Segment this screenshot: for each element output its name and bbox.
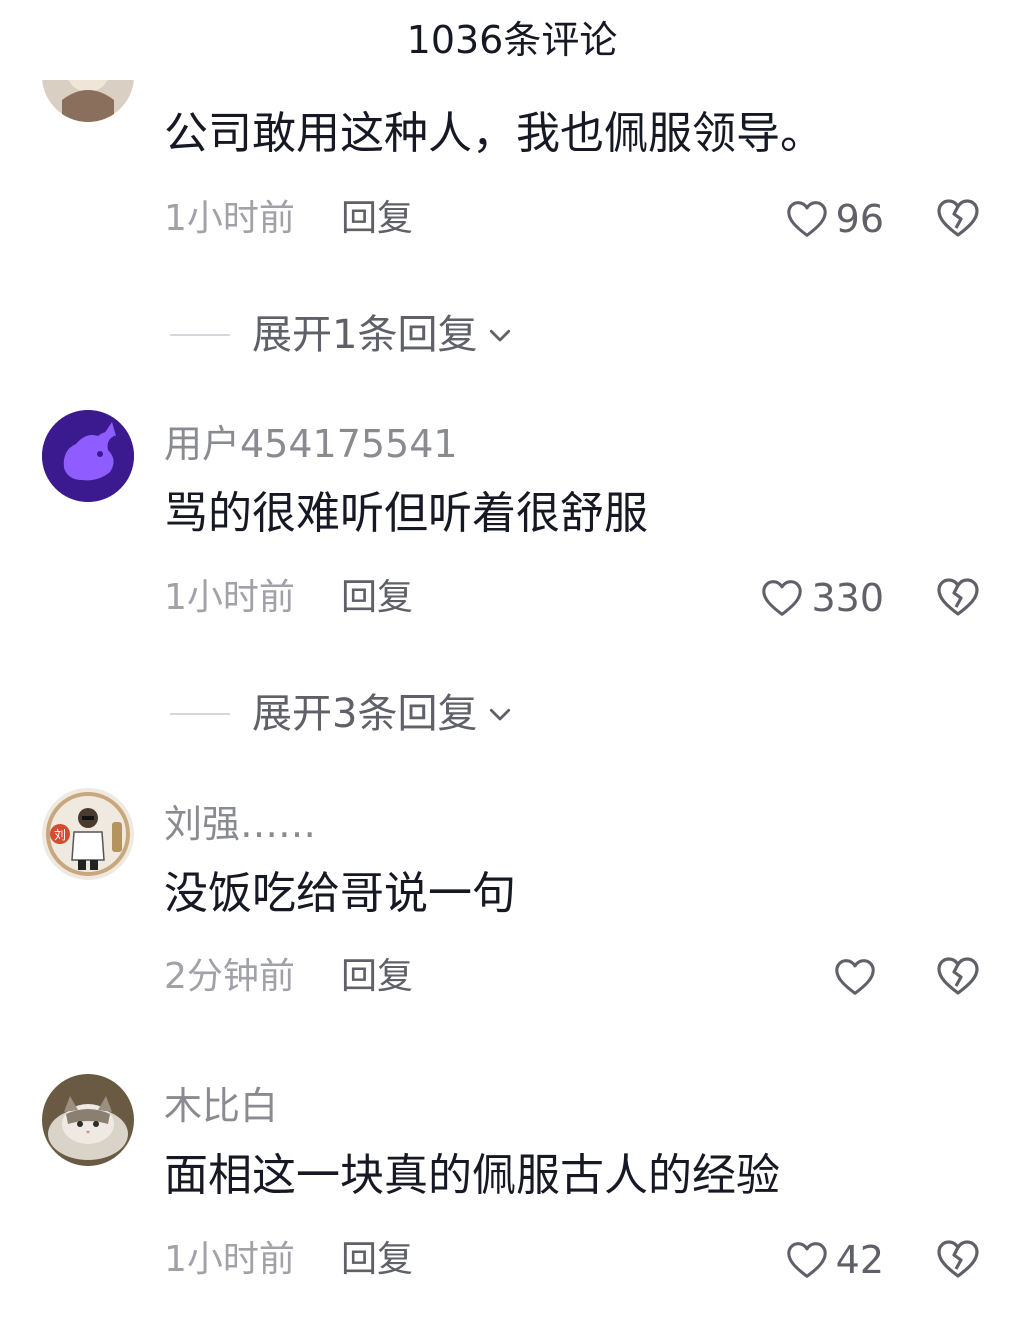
like-count: 96 <box>835 197 884 241</box>
chevron-down-icon <box>490 329 511 342</box>
comment-text: 没饭吃给哥说一句 <box>164 868 516 919</box>
like-button[interactable] <box>832 952 884 1002</box>
username[interactable]: 用户454175541 <box>164 420 458 468</box>
reply-button[interactable]: 回复 <box>341 196 413 242</box>
username[interactable]: 刘强…… <box>164 800 316 848</box>
comment-time: 2分钟前 <box>164 956 295 997</box>
reply-button[interactable]: 回复 <box>341 575 413 621</box>
heart-outline-icon <box>835 959 875 995</box>
like-count: 330 <box>811 576 884 620</box>
comment-count-title: 1036条评论 <box>406 18 618 62</box>
avatar[interactable] <box>42 410 134 502</box>
broken-heart-icon <box>937 199 979 237</box>
reply-button[interactable]: 回复 <box>341 1237 413 1283</box>
avatar-badge-text: 刘 <box>54 828 66 842</box>
username[interactable]: 木比白 <box>164 1082 278 1130</box>
like-button[interactable]: 42 <box>784 1235 884 1285</box>
comment-time: 1小时前 <box>164 577 295 618</box>
heart-outline-icon <box>762 580 803 616</box>
dislike-button[interactable] <box>934 952 982 1000</box>
dislike-button[interactable] <box>934 573 982 621</box>
avatar[interactable]: 刘 <box>42 788 134 880</box>
comment-text: 骂的很难听但听着很舒服 <box>164 488 648 539</box>
avatar[interactable] <box>42 1074 134 1166</box>
comment-time: 1小时前 <box>164 1239 295 1280</box>
broken-heart-icon <box>937 578 979 616</box>
comment-text: 面相这一块真的佩服古人的经验 <box>164 1150 780 1201</box>
dislike-button[interactable] <box>934 194 982 242</box>
expand-replies-label: 展开3条回复 <box>252 691 478 737</box>
heart-outline-icon <box>786 1242 827 1278</box>
heart-outline-icon <box>786 201 827 237</box>
expand-replies-button[interactable]: 展开1条回复 <box>170 310 515 360</box>
expand-replies-button[interactable]: 展开3条回复 <box>170 689 515 739</box>
comment-time: 1小时前 <box>164 198 295 239</box>
divider-line <box>170 713 230 715</box>
comments-header: 1036条评论 <box>0 0 1024 80</box>
expand-replies-label: 展开1条回复 <box>252 312 478 358</box>
dislike-button[interactable] <box>934 1235 982 1283</box>
like-button[interactable]: 330 <box>759 573 884 623</box>
broken-heart-icon <box>937 1240 979 1278</box>
broken-heart-icon <box>937 957 979 995</box>
comment-text: 公司敢用这种人，我也佩服领导。 <box>164 108 824 159</box>
chevron-down-icon <box>490 708 511 721</box>
like-button[interactable]: 96 <box>784 194 884 244</box>
like-count: 42 <box>835 1238 884 1282</box>
reply-button[interactable]: 回复 <box>341 954 413 1000</box>
divider-line <box>170 334 230 336</box>
